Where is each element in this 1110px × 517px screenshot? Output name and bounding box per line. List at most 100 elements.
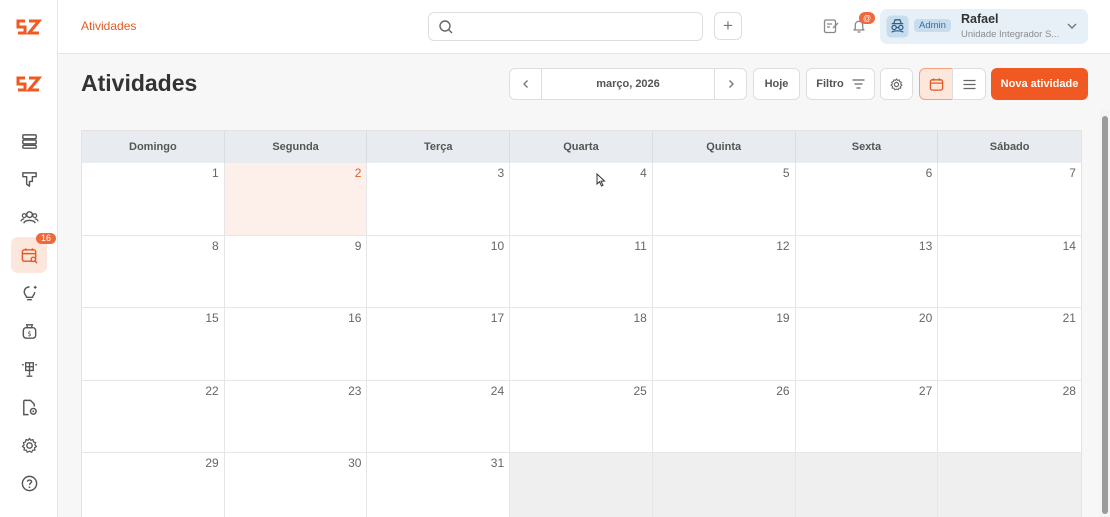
sidebar: 16 $ [0, 0, 58, 517]
breadcrumb[interactable]: Atividades [81, 19, 136, 33]
top-bar: Atividades + @ Admin Rafael Unidade Inte… [58, 0, 1110, 54]
sidebar-item-settings[interactable] [0, 426, 58, 464]
day-number: 10 [490, 238, 505, 253]
calendar-day-cell[interactable]: 26 [652, 380, 796, 454]
calendar-day-cell[interactable]: 14 [938, 235, 1081, 309]
day-number: 11 [634, 238, 647, 253]
brand-logo[interactable] [0, 0, 58, 54]
filter-button-label: Filtro [816, 78, 844, 90]
sidebar-item-pipeline[interactable] [0, 160, 58, 198]
document-gear-icon [11, 389, 47, 425]
day-number: 25 [633, 383, 647, 398]
weekday-label: Terça [367, 131, 511, 163]
chevron-right-icon [728, 80, 734, 88]
calendar-settings-button[interactable] [880, 68, 913, 100]
calendar-day-cell[interactable]: 12 [652, 235, 796, 309]
calendar-day-cell[interactable]: 8 [82, 235, 225, 309]
day-number: 18 [633, 311, 647, 326]
day-number: 22 [205, 383, 219, 398]
calendar-day-cell[interactable]: 25 [510, 380, 653, 454]
day-number: 3 [497, 166, 505, 180]
filter-icon [852, 79, 865, 89]
list-view-button[interactable] [952, 68, 986, 100]
page-scrollbar[interactable] [1100, 110, 1110, 517]
mouse-cursor-icon [596, 173, 606, 187]
today-button[interactable]: Hoje [753, 68, 800, 100]
day-number: 26 [776, 383, 790, 398]
sidebar-item-solar[interactable] [0, 350, 58, 388]
calendar-day-cell[interactable]: 18 [510, 308, 653, 381]
calendar-day-cell[interactable]: 16 [224, 308, 368, 381]
sidebar-item-contacts[interactable] [0, 198, 58, 236]
day-number: 14 [1062, 238, 1076, 253]
calendar-day-cell[interactable]: 5 [652, 163, 796, 236]
calendar-day-cell[interactable]: 3 [367, 163, 511, 236]
calendar-day-cell[interactable]: 6 [795, 163, 939, 236]
new-activity-button[interactable]: Nova atividade [991, 68, 1088, 100]
gear-icon [890, 77, 903, 90]
calendar-icon [929, 77, 943, 91]
calendar-day-cell[interactable]: 4 [510, 163, 653, 236]
day-number: 30 [348, 456, 362, 471]
search-input[interactable] [428, 12, 703, 41]
day-number: 20 [918, 311, 933, 326]
day-number: 28 [1062, 383, 1076, 398]
day-number: 9 [354, 238, 362, 253]
page-title: Atividades [81, 70, 198, 96]
calendar-day-cell[interactable]: 22 [82, 380, 225, 454]
calendar-day-cell[interactable]: 11 [510, 235, 653, 309]
prev-month-button[interactable] [510, 69, 542, 99]
calendar-day-cell[interactable]: 1 [82, 163, 225, 236]
sidebar-item-documents[interactable] [0, 388, 58, 426]
current-month-label[interactable]: março, 2026 [542, 78, 714, 90]
stack-icon [11, 123, 47, 159]
sidebar-nav: 16 $ [0, 122, 58, 502]
calendar-day-cell[interactable]: 9 [224, 235, 368, 309]
sidebar-item-finance[interactable]: $ [0, 312, 58, 350]
calendar-view-button[interactable] [919, 68, 953, 100]
next-month-button[interactable] [714, 69, 746, 99]
notes-icon[interactable] [822, 17, 840, 35]
calendar-day-cell[interactable]: 28 [938, 380, 1081, 454]
weekday-label: Quinta [653, 131, 796, 163]
calendar-day-cell[interactable]: 29 [82, 453, 225, 517]
calendar-day-cell[interactable]: 27 [795, 380, 939, 454]
calendar-day-cell[interactable]: 17 [367, 308, 511, 381]
sidebar-item-help[interactable] [0, 464, 58, 502]
avatar [886, 15, 909, 38]
day-number: 2 [354, 166, 362, 180]
calendar-day-cell[interactable]: 23 [224, 380, 368, 454]
calendar-day-cell[interactable]: 24 [367, 380, 511, 454]
calendar-day-cell[interactable]: 20 [795, 308, 939, 381]
filter-button[interactable]: Filtro [806, 68, 875, 100]
day-number: 16 [348, 311, 362, 326]
weekday-label: Segunda [225, 131, 368, 163]
calendar-day-cell[interactable]: 10 [367, 235, 511, 309]
day-number: 31 [490, 456, 505, 471]
day-number: 29 [205, 456, 219, 471]
calendar-day-cell[interactable]: 21 [938, 308, 1081, 381]
calendar-day-cell[interactable]: 13 [795, 235, 939, 309]
user-menu[interactable]: Admin Rafael Unidade Integrador S... [880, 9, 1088, 44]
calendar-day-cell[interactable]: 2 [224, 163, 368, 236]
calendar-empty-cell [938, 453, 1081, 517]
calendar-day-cell[interactable]: 15 [82, 308, 225, 381]
sidebar-item-activities[interactable]: 16 [0, 233, 58, 274]
brand-logo-icon [16, 19, 42, 35]
scrollbar-thumb[interactable] [1102, 116, 1108, 514]
month-calendar: Domingo Segunda Terça Quarta Quinta Sexta Sába… [81, 130, 1082, 517]
sidebar-item-dashboard[interactable] [0, 122, 58, 160]
day-number: 19 [776, 311, 790, 326]
brand-logo-secondary[interactable] [0, 57, 58, 111]
calendar-day-cell[interactable]: 30 [224, 453, 368, 517]
sidebar-item-ideas[interactable] [0, 274, 58, 312]
quick-add-button[interactable]: + [714, 12, 742, 40]
calendar-grid: 1 2 3 4 5 6 7 8 9 10 11 12 13 14 15 16 17 18 19 20 21 22 23 24 2… [82, 163, 1081, 517]
day-number: 5 [782, 166, 790, 180]
day-number: 7 [1069, 166, 1076, 180]
calendar-day-cell[interactable]: 31 [367, 453, 511, 517]
day-number: 24 [490, 383, 505, 398]
calendar-day-cell[interactable]: 7 [938, 163, 1081, 236]
funnel-icon [11, 161, 47, 197]
calendar-day-cell[interactable]: 19 [652, 308, 796, 381]
